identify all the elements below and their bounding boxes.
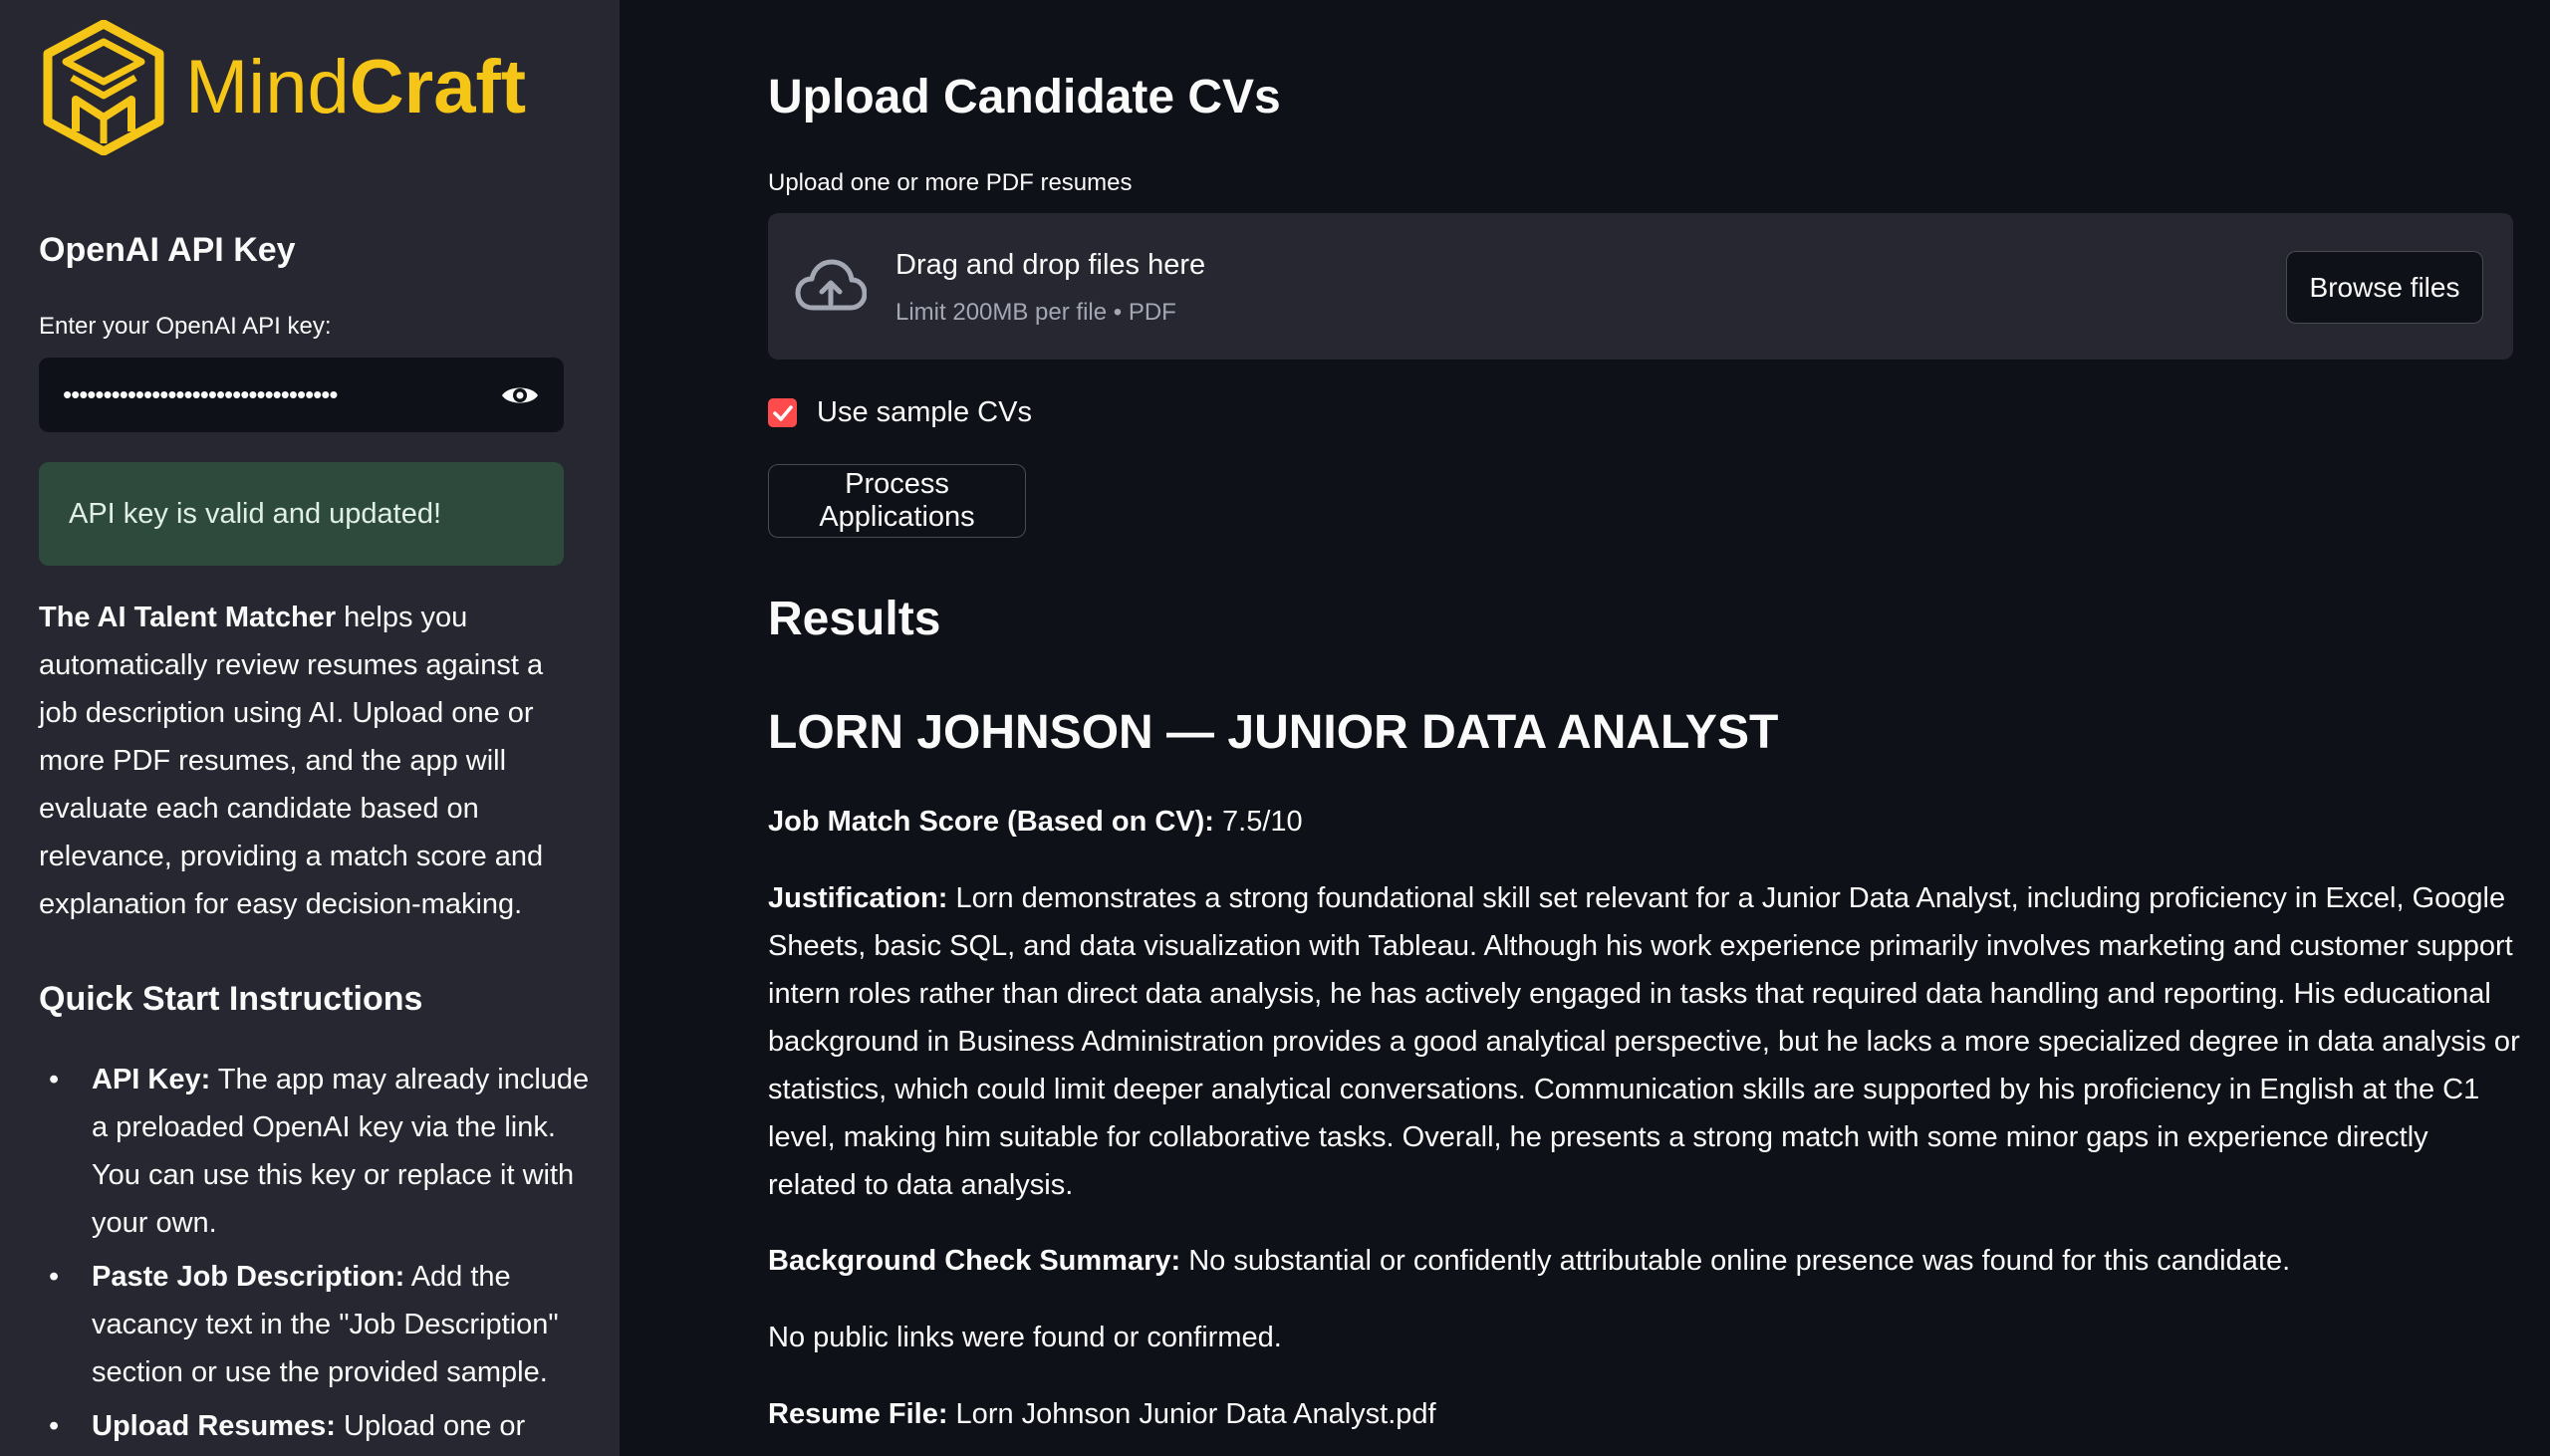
logo-text-bold: Craft [349,45,527,129]
background-check: Background Check Summary: No substantial… [768,1237,2521,1285]
api-key-label: Enter your OpenAI API key: [39,313,332,340]
cloud-upload-icon [795,258,868,319]
match-score: Job Match Score (Based on CV): 7.5/10 [768,798,2521,846]
about-text: helps you automatically review resumes a… [39,602,544,920]
api-key-masked-value[interactable]: •••••••••••••••••••••••••••••••••• [63,379,500,410]
justification-label: Justification: [768,882,948,914]
quick-start-heading: Quick Start Instructions [39,980,423,1018]
eye-icon[interactable] [500,375,540,415]
public-links-note: No public links were found or confirmed. [768,1322,1282,1353]
dropzone-title: Drag and drop files here [895,249,1206,281]
browse-files-button[interactable]: Browse files [2286,251,2483,324]
list-item-bold: API Key: [92,1064,211,1095]
match-score-label: Job Match Score (Based on CV): [768,806,1214,838]
results-heading: Results [768,593,941,645]
file-dropzone[interactable]: Drag and drop files here Limit 200MB per… [768,213,2513,360]
dropzone-subtitle: Limit 200MB per file • PDF [895,299,1176,326]
logo: MindCraft [42,20,526,155]
list-item: Paste Job Description: Add the vacancy t… [39,1253,597,1396]
resume-file-value: Lorn Johnson Junior Data Analyst.pdf [947,1398,1436,1430]
checkbox-checked[interactable] [768,398,797,427]
upload-heading: Upload Candidate CVs [768,71,1281,123]
sidebar: MindCraft OpenAI API Key Enter your Open… [0,0,620,1456]
mindcraft-logo-icon [43,20,164,155]
background-check-text: No substantial or confidently attributab… [1180,1245,2291,1277]
logo-text-light: Mind [185,45,350,129]
process-applications-button[interactable]: Process Applications [768,464,1026,538]
about-description: The AI Talent Matcher helps you automati… [39,594,577,928]
api-key-input[interactable]: •••••••••••••••••••••••••••••••••• [39,358,564,432]
checkbox-label[interactable]: Use sample CVs [817,396,1032,429]
api-key-success-alert: API key is valid and updated! [39,462,564,566]
resume-file-label: Resume File: [768,1398,948,1430]
list-item: API Key: The app may already include a p… [39,1056,597,1247]
quick-start-list: API Key: The app may already include a p… [39,1056,597,1456]
logo-text: MindCraft [185,50,526,125]
api-key-heading: OpenAI API Key [39,231,296,269]
list-item-bold: Paste Job Description: [92,1261,405,1293]
justification-text: Lorn demonstrates a strong foundational … [768,882,2520,1201]
main-content: Upload Candidate CVs Upload one or more … [620,0,2550,1456]
background-check-label: Background Check Summary: [768,1245,1181,1277]
use-sample-cvs-checkbox[interactable]: Use sample CVs [768,396,1032,429]
match-score-value: 7.5/10 [1213,806,1303,838]
about-bold: The AI Talent Matcher [39,602,337,633]
list-item-bold: Upload Resumes: [92,1410,336,1442]
candidate-title: LORN JOHNSON — JUNIOR DATA ANALYST [768,706,1779,759]
list-item: Upload Resumes: Upload one or [39,1402,597,1450]
justification: Justification: Lorn demonstrates a stron… [768,874,2521,1209]
upload-label: Upload one or more PDF resumes [768,169,1133,196]
list-item-text: Upload one or [335,1410,526,1442]
resume-file: Resume File: Lorn Johnson Junior Data An… [768,1390,2521,1438]
